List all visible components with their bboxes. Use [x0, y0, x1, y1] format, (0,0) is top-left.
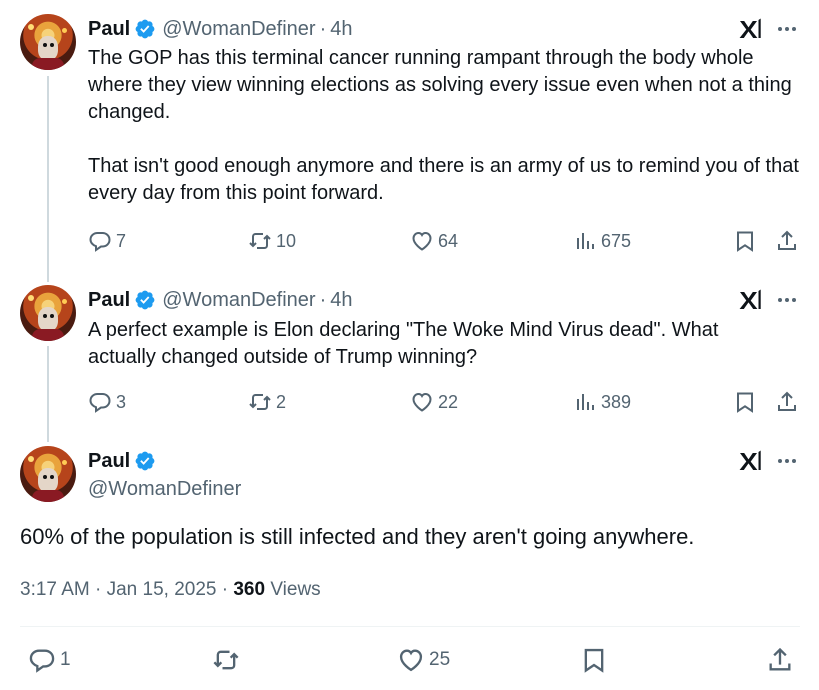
display-name[interactable]: Paul — [88, 17, 130, 41]
like-button[interactable]: 25 — [397, 646, 450, 674]
repost-icon — [212, 646, 240, 674]
handle[interactable]: @WomanDefiner — [88, 477, 241, 501]
avatar[interactable] — [20, 285, 76, 341]
reply-count: 1 — [60, 649, 71, 670]
separator: · — [319, 289, 327, 311]
views-icon — [573, 229, 597, 253]
like-icon — [410, 390, 434, 414]
avatar[interactable] — [20, 14, 76, 70]
divider — [20, 626, 800, 627]
bookmark-icon — [733, 390, 757, 414]
share-icon — [775, 229, 799, 253]
share-button[interactable] — [766, 646, 794, 674]
timestamp[interactable]: 4h — [330, 17, 352, 41]
reply-count: 7 — [116, 230, 127, 251]
repost-count: 10 — [276, 230, 297, 251]
tweet-meta: 3:17 AM · Jan 15, 2025 · 360 Views — [20, 579, 321, 601]
reply-icon — [28, 646, 56, 674]
like-icon — [410, 229, 434, 253]
reply-icon — [88, 390, 112, 414]
views-icon — [573, 390, 597, 414]
views-count: 360 — [233, 579, 266, 600]
views-count: 675 — [601, 230, 632, 251]
tweet-text: The GOP has this terminal cancer running… — [88, 47, 799, 204]
share-button[interactable] — [775, 229, 799, 253]
tweet-text: A perfect example is Elon declaring "The… — [88, 319, 719, 368]
like-icon — [397, 646, 425, 674]
reply-button[interactable]: 3 — [88, 390, 126, 414]
display-name[interactable]: Paul — [88, 288, 130, 312]
avatar[interactable] — [20, 446, 76, 502]
repost-button[interactable] — [212, 646, 240, 674]
like-count: 22 — [438, 391, 459, 412]
verified-badge-icon — [134, 18, 156, 40]
views-button[interactable]: 675 — [573, 229, 631, 253]
reply-icon — [88, 229, 112, 253]
display-name[interactable]: Paul — [88, 449, 130, 473]
bookmark-button[interactable] — [733, 229, 757, 253]
repost-count: 2 — [276, 391, 287, 412]
more-icon[interactable] — [775, 449, 799, 473]
reply-button[interactable]: 1 — [28, 646, 71, 674]
tweet-text: 60% of the population is still infected … — [20, 524, 695, 549]
more-icon[interactable] — [775, 288, 799, 312]
share-icon — [775, 390, 799, 414]
thread-line — [47, 76, 49, 282]
repost-button[interactable]: 10 — [248, 229, 296, 253]
like-count: 25 — [429, 649, 451, 670]
timestamp[interactable]: 4h — [330, 288, 352, 312]
bookmark-icon — [580, 646, 608, 674]
verified-badge-icon — [134, 289, 156, 311]
views-count: 389 — [601, 391, 632, 412]
share-icon — [766, 646, 794, 674]
handle[interactable]: @WomanDefiner — [162, 288, 315, 312]
repost-icon — [248, 390, 272, 414]
bookmark-button[interactable] — [580, 646, 608, 674]
bookmark-icon — [733, 229, 757, 253]
grok-icon[interactable] — [738, 449, 764, 473]
timestamp[interactable]: 3:17 AM · Jan 15, 2025 · — [20, 579, 233, 600]
repost-button[interactable]: 2 — [248, 390, 286, 414]
handle[interactable]: @WomanDefiner — [162, 17, 315, 41]
thread-line — [47, 346, 49, 442]
reply-count: 3 — [116, 391, 127, 412]
separator: · — [319, 18, 327, 40]
grok-icon[interactable] — [738, 17, 764, 41]
grok-icon[interactable] — [738, 288, 764, 312]
like-count: 64 — [438, 230, 459, 251]
reply-button[interactable]: 7 — [88, 229, 126, 253]
share-button[interactable] — [775, 390, 799, 414]
views-label: Views — [265, 579, 321, 600]
more-icon[interactable] — [775, 17, 799, 41]
like-button[interactable]: 22 — [410, 390, 458, 414]
views-button[interactable]: 389 — [573, 390, 631, 414]
repost-icon — [248, 229, 272, 253]
bookmark-button[interactable] — [733, 390, 757, 414]
like-button[interactable]: 64 — [410, 229, 458, 253]
verified-badge-icon — [134, 450, 156, 472]
